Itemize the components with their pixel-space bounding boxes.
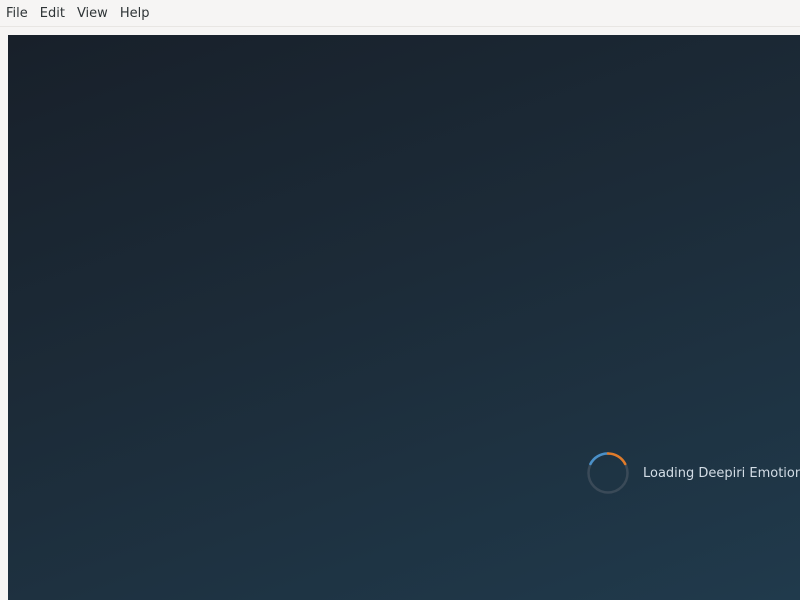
menu-view[interactable]: View <box>71 0 114 27</box>
loading-indicator: Loading Deepiri Emotion… <box>586 451 800 495</box>
menu-edit[interactable]: Edit <box>34 0 71 27</box>
menu-file[interactable]: File <box>0 0 34 27</box>
menu-help[interactable]: Help <box>114 0 156 27</box>
loading-text: Loading Deepiri Emotion… <box>643 465 800 481</box>
menu-bar: File Edit View Help <box>0 0 800 27</box>
app-content-area: Loading Deepiri Emotion… <box>8 35 800 600</box>
spinner-icon <box>586 451 630 495</box>
